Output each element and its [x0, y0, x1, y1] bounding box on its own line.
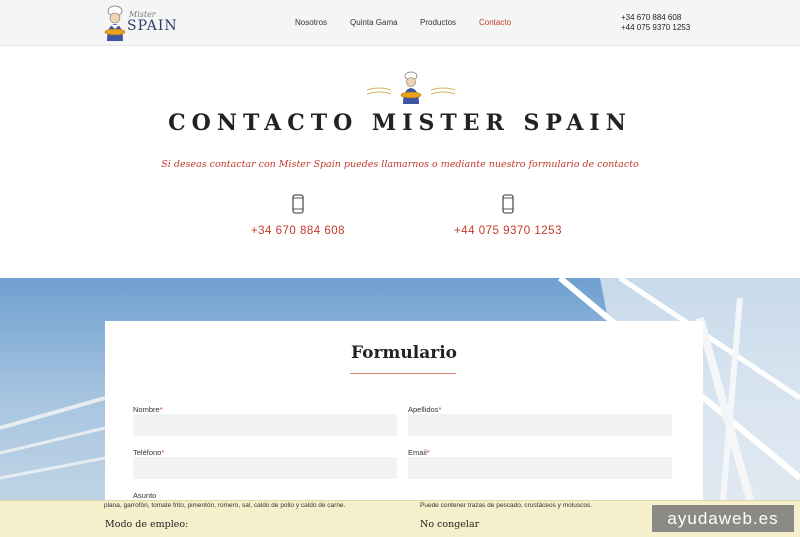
nav-item-productos[interactable]: Productos	[420, 18, 456, 27]
chef-emblem-icon	[366, 71, 456, 104]
telefono-field[interactable]	[133, 457, 397, 479]
nombre-label: Nombre*	[133, 405, 163, 414]
contact-phone-block-1: +34 670 884 608	[228, 194, 368, 237]
contact-phone-block-2: +44 075 9370 1253	[438, 194, 578, 237]
apellidos-field[interactable]	[408, 414, 672, 436]
modo-empleo-heading: Modo de empleo:	[105, 519, 189, 530]
email-field[interactable]	[408, 457, 672, 479]
site-header: Mister SPAIN Nosotros Quinta Gama Produc…	[0, 0, 800, 46]
header-phone-2[interactable]: +44 075 9370 1253	[621, 23, 690, 33]
ingredients-text: plana, garrofón, tomate frito, pimentón,…	[104, 502, 346, 509]
nombre-field[interactable]	[133, 414, 397, 436]
form-title: Formulario	[350, 343, 457, 363]
page-title: CONTACTO MISTER SPAIN	[168, 110, 632, 136]
asunto-label: Asunto	[133, 491, 157, 500]
mobile-phone-icon	[292, 194, 304, 214]
site-logo[interactable]: Mister SPAIN	[103, 4, 177, 44]
no-congelar-text: No congelar	[420, 519, 480, 530]
email-label: Email*	[408, 448, 430, 457]
nav-item-quinta-gama[interactable]: Quinta Gama	[350, 18, 398, 27]
mobile-phone-icon	[502, 194, 514, 214]
header-phone-list: +34 670 884 608 +44 075 9370 1253	[621, 13, 690, 33]
allergen-text: Puede contener trazas de pescado, crustá…	[420, 502, 592, 509]
contact-phone-number-1[interactable]: +34 670 884 608	[228, 225, 368, 237]
chef-mascot-icon	[104, 5, 126, 41]
contact-section: CONTACTO MISTER SPAIN Si deseas contacta…	[0, 46, 800, 278]
contact-form-card: Formulario Nombre* Apellidos* Teléfono* …	[105, 321, 703, 506]
contact-phone-number-2[interactable]: +44 075 9370 1253	[438, 225, 578, 237]
apellidos-label: Apellidos*	[408, 405, 442, 414]
telefono-label: Teléfono*	[133, 448, 165, 457]
nav-item-contacto[interactable]: Contacto	[479, 18, 511, 27]
contact-subtitle: Si deseas contactar con Mister Spain pue…	[161, 159, 639, 170]
header-phone-1[interactable]: +34 670 884 608	[621, 13, 690, 23]
logo-word: SPAIN	[127, 18, 178, 34]
watermark-label: ayudaweb.es	[652, 505, 794, 532]
form-title-divider	[350, 373, 456, 374]
nav-item-nosotros[interactable]: Nosotros	[295, 18, 327, 27]
